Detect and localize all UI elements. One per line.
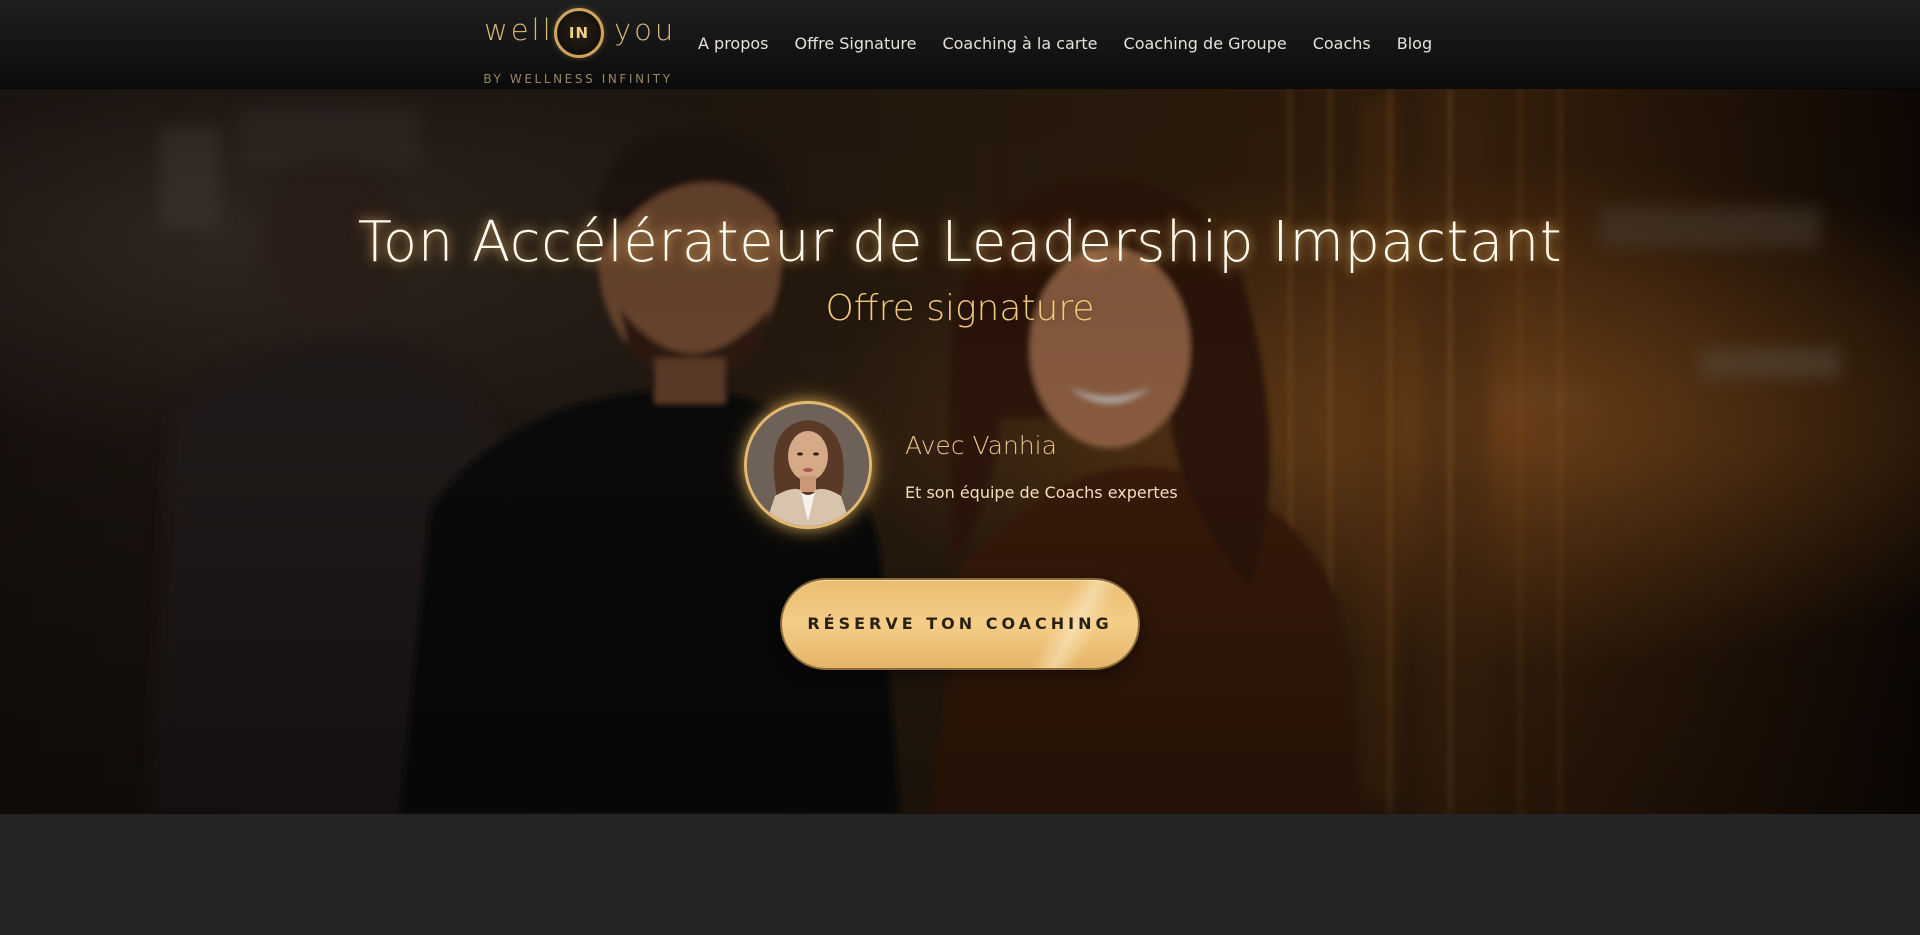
coach-avatar xyxy=(744,401,872,529)
hero-title: Ton Accélérateur de Leadership Impactant xyxy=(357,210,1563,275)
coach-team-text: Et son équipe de Coachs expertes xyxy=(905,483,1178,502)
logo-word-center: IN xyxy=(568,24,590,42)
nav-item-a-propos[interactable]: A propos xyxy=(698,34,768,53)
hero-subtitle: Offre signature xyxy=(825,288,1095,329)
nav-item-offre-signature[interactable]: Offre Signature xyxy=(794,34,916,53)
brand-logo[interactable]: well IN you BY WELLNESS INFINITY xyxy=(482,6,674,86)
nav-item-coaching-a-la-carte[interactable]: Coaching à la carte xyxy=(942,34,1097,53)
logo-ring-icon: IN xyxy=(554,8,604,58)
main-nav: A propos Offre Signature Coaching à la c… xyxy=(698,0,1458,88)
nav-item-coachs[interactable]: Coachs xyxy=(1313,34,1371,53)
logo-word-left: well xyxy=(484,13,554,47)
coach-name: Avec Vanhia xyxy=(905,431,1057,460)
nav-item-blog[interactable]: Blog xyxy=(1397,34,1432,53)
logo-tagline: BY WELLNESS INFINITY xyxy=(483,72,673,86)
logo-word-right: you xyxy=(614,13,677,47)
hero-section: Ton Accélérateur de Leadership Impactant… xyxy=(0,88,1920,814)
site-header: well IN you BY WELLNESS INFINITY A propo… xyxy=(0,0,1920,88)
content-section xyxy=(0,814,1920,935)
nav-item-coaching-de-groupe[interactable]: Coaching de Groupe xyxy=(1124,34,1287,53)
cta-label: RÉSERVE TON COACHING xyxy=(807,614,1113,633)
reserve-coaching-button[interactable]: RÉSERVE TON COACHING xyxy=(780,578,1140,670)
